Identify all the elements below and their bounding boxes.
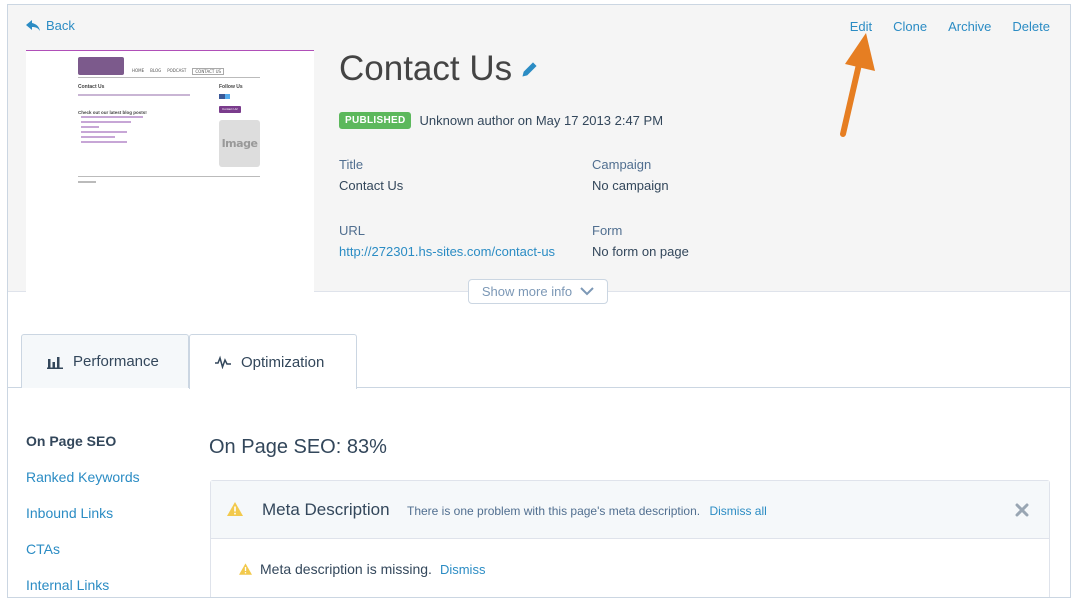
url-link[interactable]: http://272301.hs-sites.com/contact-us (339, 244, 555, 259)
thumb-logo (78, 57, 124, 75)
panel-description: There is one problem with this page's me… (407, 504, 767, 518)
thumb-image-placeholder: Image (219, 120, 260, 167)
thumb-nav-blog: BLOG (150, 68, 162, 73)
thumb-text-line (78, 94, 190, 96)
thumb-contact-button: Contact Us! (219, 106, 241, 113)
page-title-text: Contact Us (339, 49, 513, 88)
pulse-icon (215, 355, 231, 369)
form-field: Form No form on page (592, 223, 689, 259)
author-line: Unknown author on May 17 2013 2:47 PM (419, 113, 664, 128)
back-label: Back (46, 18, 75, 33)
campaign-value: No campaign (592, 178, 669, 193)
pencil-icon[interactable] (522, 61, 538, 77)
meta-description-panel: Meta Description There is one problem wi… (210, 480, 1050, 597)
sidebar-item-inbound-links[interactable]: Inbound Links (26, 504, 140, 540)
tab-optimization[interactable]: Optimization (189, 334, 357, 389)
title-label: Title (339, 157, 364, 172)
app-frame: Back Edit Clone Archive Delete HOME BLOG… (7, 4, 1071, 598)
show-more-info-button[interactable]: Show more info (468, 279, 608, 304)
page-actions: Edit Clone Archive Delete (850, 19, 1050, 34)
delete-button[interactable]: Delete (1012, 19, 1050, 34)
thumb-nav: HOME BLOG PODCAST CONTACT US (78, 57, 236, 75)
thumb-nav-podcast: PODCAST (167, 68, 187, 73)
seo-sidebar: On Page SEO Ranked Keywords Inbound Link… (26, 432, 140, 597)
title-field: Title Contact Us (339, 157, 403, 193)
show-more-label: Show more info (481, 284, 573, 299)
page-title: Contact Us (339, 49, 538, 89)
url-label: URL (339, 223, 366, 238)
warning-icon (227, 502, 243, 516)
thumb-subheading: Check out our latest blog posts! (78, 110, 147, 115)
issue-text: Meta description is missing. (260, 561, 432, 577)
page-preview-thumbnail[interactable]: HOME BLOG PODCAST CONTACT US Contact Us … (26, 50, 314, 292)
bar-chart-icon (47, 356, 63, 369)
campaign-label: Campaign (592, 157, 652, 172)
close-icon[interactable] (1015, 503, 1029, 517)
sidebar-item-ranked-keywords[interactable]: Ranked Keywords (26, 468, 140, 504)
dismiss-link[interactable]: Dismiss (440, 562, 486, 577)
dismiss-all-link[interactable]: Dismiss all (709, 504, 766, 518)
warning-icon (239, 563, 252, 575)
form-value: No form on page (592, 244, 689, 259)
url-field: URL http://272301.hs-sites.com/contact-u… (339, 223, 555, 259)
form-label: Form (592, 223, 623, 238)
clone-button[interactable]: Clone (893, 19, 927, 34)
sidebar-item-internal-links[interactable]: Internal Links (26, 576, 140, 597)
edit-button[interactable]: Edit (850, 19, 872, 34)
archive-button[interactable]: Archive (948, 19, 991, 34)
thumb-list-line (81, 126, 99, 128)
seo-score-title: On Page SEO: 83% (209, 436, 387, 458)
sidebar-item-on-page-seo[interactable]: On Page SEO (26, 432, 140, 468)
thumb-list-line (81, 141, 127, 143)
thumb-nav-items: HOME BLOG PODCAST CONTACT US (132, 68, 225, 75)
status-badge: PUBLISHED (339, 112, 412, 129)
thumb-footer-divider (78, 176, 260, 177)
thumb-list-line (81, 136, 115, 138)
thumb-twitter-icon (225, 94, 230, 99)
sidebar-item-ctas[interactable]: CTAs (26, 540, 140, 576)
thumb-divider (78, 77, 260, 78)
back-link[interactable]: Back (26, 18, 75, 33)
thumb-list-line (81, 121, 131, 123)
chevron-down-icon (580, 287, 594, 296)
panel-header: Meta Description There is one problem wi… (211, 481, 1049, 539)
thumb-list-line (81, 116, 143, 118)
thumb-nav-home: HOME (132, 68, 145, 73)
thumb-heading: Contact Us (78, 84, 105, 90)
thumb-follow: Follow Us (219, 84, 243, 90)
title-value: Contact Us (339, 178, 404, 193)
tab-performance[interactable]: Performance (21, 334, 189, 388)
panel-title: Meta Description (262, 500, 390, 519)
tab-bar: Performance Optimization (8, 334, 1070, 389)
back-arrow-icon (26, 19, 40, 31)
thumb-copyright (78, 181, 96, 183)
issue-row: Meta description is missing. Dismiss (239, 561, 485, 577)
panel-description-text: There is one problem with this page's me… (407, 504, 701, 518)
thumb-nav-contact: CONTACT US (192, 68, 225, 75)
tab-optimization-label: Optimization (241, 353, 325, 371)
tab-performance-label: Performance (73, 353, 159, 370)
campaign-field: Campaign No campaign (592, 157, 669, 193)
status-line: PUBLISHED Unknown author on May 17 2013 … (339, 112, 663, 129)
page-header: Back Edit Clone Archive Delete HOME BLOG… (8, 5, 1070, 292)
thumb-list-line (81, 131, 127, 133)
